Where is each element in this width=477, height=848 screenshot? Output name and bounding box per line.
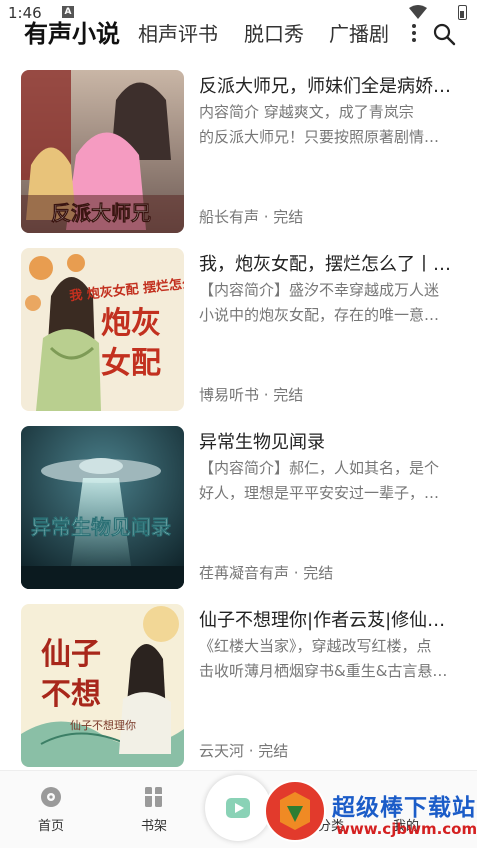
watermark-title: 超级棒下载站 [332, 795, 476, 821]
watermark: 超级棒下载站 www.cjbwm.com [262, 778, 477, 848]
description-line: 【内容简介】盛汐不幸穿越成万人迷 [199, 281, 440, 299]
book-cover[interactable]: 仙子 不想 仙子不想理你 [21, 604, 184, 767]
book-cover[interactable]: 异常生物见闻录 [21, 426, 184, 589]
description-line: 小说中的炮灰女配，存在的唯一意… [199, 306, 440, 324]
tab-talk-show[interactable]: 脱口秀 [244, 14, 304, 54]
tab-radio-drama[interactable]: 广播剧 [329, 14, 389, 54]
nav-home[interactable]: 首页 [21, 785, 81, 834]
book-description: 【内容简介】郝仁，人如其名，是个 好人，理想是平平安安过一辈子，… [199, 456, 461, 506]
book-description: 《红楼大当家》，穿越改写红楼，点 击收听薄月栖烟穿书&重生&古言悬… [199, 634, 461, 684]
book-title[interactable]: 反派大师兄，师妹们全是病娇… [199, 72, 461, 98]
menu-dots-icon[interactable] [412, 24, 416, 44]
svg-text:仙子: 仙子 [41, 637, 101, 672]
watermark-url: www.cjbwm.com [336, 820, 477, 838]
svg-text:炮灰: 炮灰 [101, 306, 161, 341]
nav-bookshelf-label: 书架 [140, 819, 167, 834]
list-item[interactable]: 我 炮灰女配 摆烂怎么了 炮灰 女配 我，炮灰女配，摆烂怎么了丨… 【内容简介】… [0, 248, 477, 412]
cover-title: 仙子不想理你 [70, 718, 136, 732]
book-meta: 博易听书 · 完结 [199, 386, 304, 404]
tab-audio-novel[interactable]: 有声小说 [24, 14, 120, 54]
description-line: 好人，理想是平平安安过一辈子，… [199, 484, 440, 502]
bookshelf-icon [145, 787, 162, 807]
list-item[interactable]: 仙子 不想 仙子不想理你 仙子不想理你|作者云芨|修仙… 《红楼大当家》，穿越改… [0, 604, 477, 768]
cover-title: 反派大师兄 [51, 201, 151, 225]
svg-text:女配: 女配 [101, 346, 161, 381]
description-line: 内容简介 穿越爽文，成了青岚宗 [199, 103, 414, 121]
book-title[interactable]: 仙子不想理你|作者云芨|修仙… [199, 606, 461, 632]
tab-crosstalk[interactable]: 相声评书 [138, 14, 218, 54]
book-meta: 荏苒凝音有声 · 完结 [199, 564, 334, 582]
description-line: 《红楼大当家》，穿越改写红楼，点 [199, 637, 432, 655]
search-icon[interactable] [432, 22, 456, 46]
disc-icon [41, 787, 61, 807]
list-item[interactable]: 反派大师兄 反派大师兄，师妹们全是病娇… 内容简介 穿越爽文，成了青岚宗 的反派… [0, 70, 477, 234]
book-title[interactable]: 我，炮灰女配，摆烂怎么了丨… [199, 250, 461, 276]
list-item[interactable]: 异常生物见闻录 异常生物见闻录 【内容简介】郝仁，人如其名，是个 好人，理想是平… [0, 426, 477, 590]
description-line: 的反派大师兄！只要按照原著剧情… [199, 128, 440, 146]
svg-text:不想: 不想 [41, 677, 101, 712]
book-cover[interactable]: 反派大师兄 [21, 70, 184, 233]
book-description: 【内容简介】盛汐不幸穿越成万人迷 小说中的炮灰女配，存在的唯一意… [199, 278, 461, 328]
description-line: 【内容简介】郝仁，人如其名，是个 [199, 459, 440, 477]
category-tabs: 有声小说 相声评书 脱口秀 广播剧 [0, 14, 477, 54]
nav-home-label: 首页 [37, 819, 64, 834]
description-line: 击收听薄月栖烟穿书&重生&古言悬… [199, 662, 448, 680]
player-icon [226, 798, 250, 818]
book-description: 内容简介 穿越爽文，成了青岚宗 的反派大师兄！只要按照原著剧情… [199, 100, 461, 150]
nav-bookshelf[interactable]: 书架 [124, 785, 184, 834]
watermark-logo-icon [264, 780, 326, 842]
book-cover[interactable]: 我 炮灰女配 摆烂怎么了 炮灰 女配 [21, 248, 184, 411]
cover-title: 异常生物见闻录 [31, 515, 171, 539]
book-title[interactable]: 异常生物见闻录 [199, 428, 461, 454]
book-meta: 船长有声 · 完结 [199, 208, 304, 226]
book-meta: 云天河 · 完结 [199, 742, 289, 760]
